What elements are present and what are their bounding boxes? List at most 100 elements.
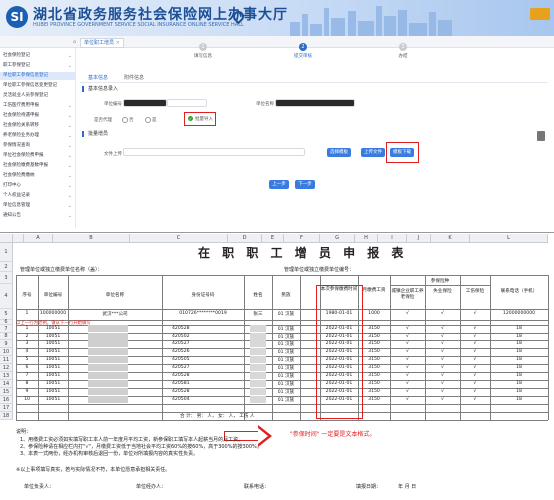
row-check[interactable]: √ [460, 373, 490, 378]
row-check[interactable]: √ [390, 326, 425, 331]
row-phone[interactable]: 18 [490, 389, 548, 394]
row-seq[interactable]: 3 [16, 341, 38, 346]
row-unit-no[interactable]: 10051 [38, 357, 68, 362]
header-seq[interactable]: 序号 [16, 292, 38, 298]
row-check[interactable]: √ [425, 365, 460, 370]
column-header[interactable]: G [320, 234, 355, 243]
sidebar-item[interactable]: 打印中心 ⌄ [0, 182, 75, 190]
row-header[interactable]: 11 [0, 356, 13, 364]
header-name[interactable]: 姓名 [244, 292, 272, 298]
prev-step-button[interactable]: 上一步 [269, 180, 289, 189]
row-ethnic[interactable]: 01 汉族 [272, 349, 300, 355]
column-header[interactable]: I [378, 234, 407, 243]
row-header[interactable]: 17 [0, 404, 13, 412]
check-icon[interactable]: ✓ [188, 116, 193, 121]
sidebar-item[interactable]: 单位信息管理 ⌄ [0, 202, 75, 210]
row-phone[interactable]: 18 [490, 373, 548, 378]
header-insurance[interactable]: 参保险种 [390, 278, 490, 284]
header-unit-name[interactable]: 单位名称 [68, 292, 162, 298]
sidebar-item[interactable]: 职工参保登记 ⌄ [0, 62, 75, 70]
tab-attachments[interactable]: 附件信息 [124, 74, 144, 81]
sidebar-item[interactable]: 个人权益记录 ⌄ [0, 192, 75, 200]
header-ins-injury[interactable]: 工伤保险 [460, 289, 490, 295]
row-check[interactable]: √ [425, 397, 460, 402]
row-ethnic[interactable]: 01 汉族 [272, 357, 300, 363]
row-check[interactable]: √ [425, 349, 460, 354]
row-seq[interactable]: 6 [16, 365, 38, 370]
row-header[interactable]: 12 [0, 364, 13, 372]
header-ins-unemployment[interactable]: 失业保险 [425, 289, 460, 295]
upload-file-field[interactable] [123, 148, 305, 156]
example-check[interactable]: √ [460, 311, 490, 316]
upload-file-button[interactable]: 上传文件 [361, 148, 385, 157]
row-check[interactable]: √ [425, 334, 460, 339]
row-seq[interactable]: 5 [16, 357, 38, 362]
column-header[interactable]: E [262, 234, 284, 243]
row-id[interactable]: 420528 [172, 326, 222, 331]
row-check[interactable]: √ [460, 326, 490, 331]
unit-no-field-rest[interactable] [167, 99, 207, 107]
row-check[interactable]: √ [425, 326, 460, 331]
row-check[interactable]: √ [460, 389, 490, 394]
row-ethnic[interactable]: 01 汉族 [272, 326, 300, 332]
row-ethnic[interactable]: 01 汉族 [272, 381, 300, 387]
sidebar-item[interactable]: 养老保险业务办理 ⌄ [0, 132, 75, 140]
sidebar-item[interactable]: 参保情况查询 ⌄ [0, 142, 75, 150]
sidebar-item[interactable]: 工伤医疗费用申报 ⌄ [0, 102, 75, 110]
row-check[interactable]: √ [425, 357, 460, 362]
row-check[interactable]: √ [460, 397, 490, 402]
row-check[interactable]: √ [425, 381, 460, 386]
row-id[interactable]: 420526 [172, 349, 222, 354]
row-check[interactable]: √ [390, 341, 425, 346]
row-check[interactable]: √ [390, 373, 425, 378]
row-header[interactable]: 10 [0, 348, 13, 356]
trash-icon[interactable] [537, 131, 545, 141]
row-header[interactable]: 7 [0, 325, 13, 333]
row-unit-no[interactable]: 10051 [38, 326, 68, 331]
close-icon[interactable]: × [116, 40, 120, 46]
row-header[interactable]: 15 [0, 388, 13, 396]
row-check[interactable]: √ [425, 373, 460, 378]
next-step-button[interactable]: 下一步 [295, 180, 315, 189]
radio-yes[interactable] [145, 117, 151, 123]
example-seq[interactable]: 1 [16, 311, 38, 316]
row-seq[interactable]: 8 [16, 381, 38, 386]
sidebar-item[interactable]: 灵活就业人员参保登记 [0, 92, 75, 100]
row-id[interactable]: 420528 [172, 373, 222, 378]
home-icon[interactable]: ⌂ [70, 38, 79, 46]
header-phone[interactable]: 联系电话（手机） [490, 289, 548, 295]
example-unit-no[interactable]: 100000000 [38, 311, 68, 316]
user-menu-button[interactable] [530, 8, 550, 20]
column-header[interactable] [13, 234, 24, 243]
row-check[interactable]: √ [390, 389, 425, 394]
row-check[interactable]: √ [390, 357, 425, 362]
row-ethnic[interactable]: 01 汉族 [272, 341, 300, 347]
row-ethnic[interactable]: 01 汉族 [272, 373, 300, 379]
row-id[interactable]: 420581 [172, 381, 222, 386]
row-ethnic[interactable]: 01 汉族 [272, 389, 300, 395]
row-check[interactable]: √ [390, 334, 425, 339]
sidebar-item[interactable]: 单位职工参保信息变更登记 [0, 82, 75, 90]
row-ethnic[interactable]: 01 汉族 [272, 334, 300, 340]
row-header[interactable]: 9 [0, 340, 13, 348]
header-ethnic[interactable]: 民族 [272, 292, 300, 298]
row-id[interactable]: 420504 [172, 397, 222, 402]
sidebar-item[interactable]: 单位职工参保信息登记 [0, 72, 75, 80]
header-id-number[interactable]: 身份证号码 [162, 292, 244, 298]
tab-unit-employee-add[interactable]: 单位职工增员 × [80, 38, 124, 48]
row-check[interactable]: √ [390, 397, 425, 402]
row-header[interactable]: 18 [0, 412, 13, 420]
row-phone[interactable]: 18 [490, 349, 548, 354]
row-check[interactable]: √ [425, 341, 460, 346]
column-header[interactable]: C [130, 234, 228, 243]
column-header[interactable]: H [355, 234, 378, 243]
row-check[interactable]: √ [460, 349, 490, 354]
row-seq[interactable]: 7 [16, 373, 38, 378]
row-header[interactable]: 16 [0, 396, 13, 404]
row-check[interactable]: √ [390, 381, 425, 386]
row-header[interactable]: 3 [0, 272, 13, 284]
row-header[interactable]: 2 [0, 262, 13, 272]
header-unit-no[interactable]: 单位编号 [38, 292, 68, 298]
row-ethnic[interactable]: 01 汉族 [272, 397, 300, 403]
sidebar-item[interactable]: 通知公告 ⌄ [0, 212, 75, 220]
